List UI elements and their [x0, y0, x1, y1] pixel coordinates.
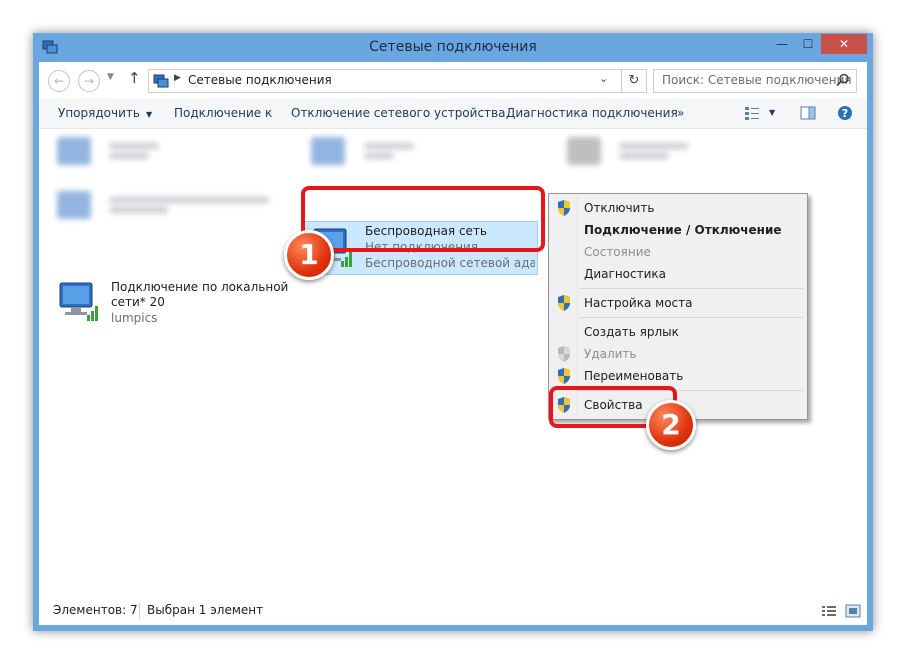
search-icon[interactable]: [836, 73, 850, 87]
uac-shield-icon: [558, 368, 570, 384]
list-item-blurred[interactable]: [311, 137, 345, 165]
menu-item-label: Диагностика: [584, 267, 667, 281]
organize-label: Упорядочить: [58, 106, 140, 120]
address-row: ← → ▼ ↑ ▶ Сетевые подключения ⌄ ↻ Поиск:…: [39, 62, 867, 98]
wireless-adapter: Беспроводной сетевой адаптер...: [365, 256, 535, 270]
step-badge-1: 1: [284, 230, 334, 280]
menu-item-label: Отключить: [584, 201, 655, 215]
menu-item-label: Состояние: [584, 245, 651, 259]
svg-text:?: ?: [842, 107, 848, 120]
list-item-blurred[interactable]: [57, 137, 91, 165]
search-placeholder: Поиск: Сетевые подключения: [662, 73, 852, 87]
diagnose-connection-button[interactable]: Диагностика подключения: [506, 98, 678, 128]
list-item-blurred-text: [619, 139, 689, 159]
menu-item-bridge[interactable]: Настройка моста: [551, 292, 805, 314]
minimize-button[interactable]: —: [769, 34, 795, 54]
menu-item-status: Состояние: [551, 241, 805, 263]
chevron-down-icon: ▼: [145, 110, 153, 119]
list-item-blurred-text: [109, 193, 269, 213]
callout-frame-wireless: [301, 186, 545, 252]
menu-item-disable[interactable]: Отключить: [551, 197, 805, 219]
command-bar: Упорядочить ▼ Подключение к Отключение се…: [39, 98, 867, 129]
list-item-blurred[interactable]: [57, 191, 91, 219]
local-connection-name-line2[interactable]: сети* 20: [111, 295, 165, 310]
network-folder-icon: [153, 74, 169, 88]
menu-item-rename[interactable]: Переименовать: [551, 365, 805, 387]
address-dropdown-icon[interactable]: ⌄: [599, 72, 608, 85]
view-options-chevron-icon[interactable]: ▼: [769, 98, 775, 128]
details-view-icon[interactable]: [821, 603, 837, 619]
breadcrumb-separator-icon[interactable]: ▶: [174, 73, 181, 83]
address-bar[interactable]: ▶ Сетевые подключения ⌄ ↻: [148, 69, 647, 93]
breadcrumb-path[interactable]: Сетевые подключения: [188, 73, 332, 87]
back-button[interactable]: ←: [48, 70, 70, 92]
disable-device-button[interactable]: Отключение сетевого устройства: [291, 98, 505, 128]
local-connection-sub: lumpics: [111, 311, 158, 325]
status-divider: [139, 603, 140, 619]
maximize-button[interactable]: ☐: [795, 34, 821, 54]
menu-item-label: Настройка моста: [584, 296, 693, 310]
refresh-icon[interactable]: ↻: [621, 70, 646, 92]
local-connection-name-line1[interactable]: Подключение по локальной: [111, 280, 288, 295]
uac-shield-icon: [558, 295, 570, 311]
menu-item-label: Удалить: [584, 347, 637, 361]
forward-button[interactable]: →: [78, 70, 100, 92]
large-icons-view-icon[interactable]: [845, 603, 861, 619]
organize-button[interactable]: Упорядочить ▼: [58, 98, 152, 128]
list-item-blurred-text: [364, 139, 414, 159]
preview-pane-icon[interactable]: [800, 105, 816, 121]
close-button[interactable]: ✕: [821, 34, 867, 54]
menu-item-label: Переименовать: [584, 369, 684, 383]
menu-item-delete: Удалить: [551, 343, 805, 365]
more-commands-button[interactable]: »: [677, 98, 684, 128]
ethernet-adapter-icon: [59, 282, 98, 321]
menu-item-diagnose[interactable]: Диагностика: [551, 263, 805, 285]
selection-count: Выбран 1 элемент: [147, 603, 264, 617]
search-input[interactable]: Поиск: Сетевые подключения: [653, 69, 857, 93]
recent-locations-chevron-icon[interactable]: ▼: [107, 72, 114, 82]
title-bar[interactable]: Сетевые подключения — ☐ ✕: [33, 33, 873, 61]
list-item-blurred-text: [109, 139, 159, 159]
list-item-blurred[interactable]: [567, 137, 601, 165]
uac-shield-disabled-icon: [558, 346, 570, 362]
help-icon[interactable]: ?: [837, 105, 853, 121]
status-bar: Элементов: 7 Выбран 1 элемент: [39, 597, 867, 625]
connect-to-button[interactable]: Подключение к: [174, 98, 272, 128]
uac-shield-icon: [558, 200, 570, 216]
up-arrow-icon[interactable]: ↑: [128, 69, 141, 87]
menu-separator: [579, 288, 803, 289]
step-badge-2: 2: [646, 400, 696, 450]
menu-item-create-shortcut[interactable]: Создать ярлык: [551, 321, 805, 343]
menu-item-connect-disconnect[interactable]: Подключение / Отключение: [551, 219, 805, 241]
window-title: Сетевые подключения: [369, 39, 537, 55]
change-view-icon[interactable]: [744, 105, 760, 121]
item-count: Элементов: 7: [53, 603, 138, 617]
menu-item-label: Создать ярлык: [584, 325, 679, 339]
menu-item-label: Подключение / Отключение: [584, 223, 782, 237]
menu-separator: [579, 317, 803, 318]
